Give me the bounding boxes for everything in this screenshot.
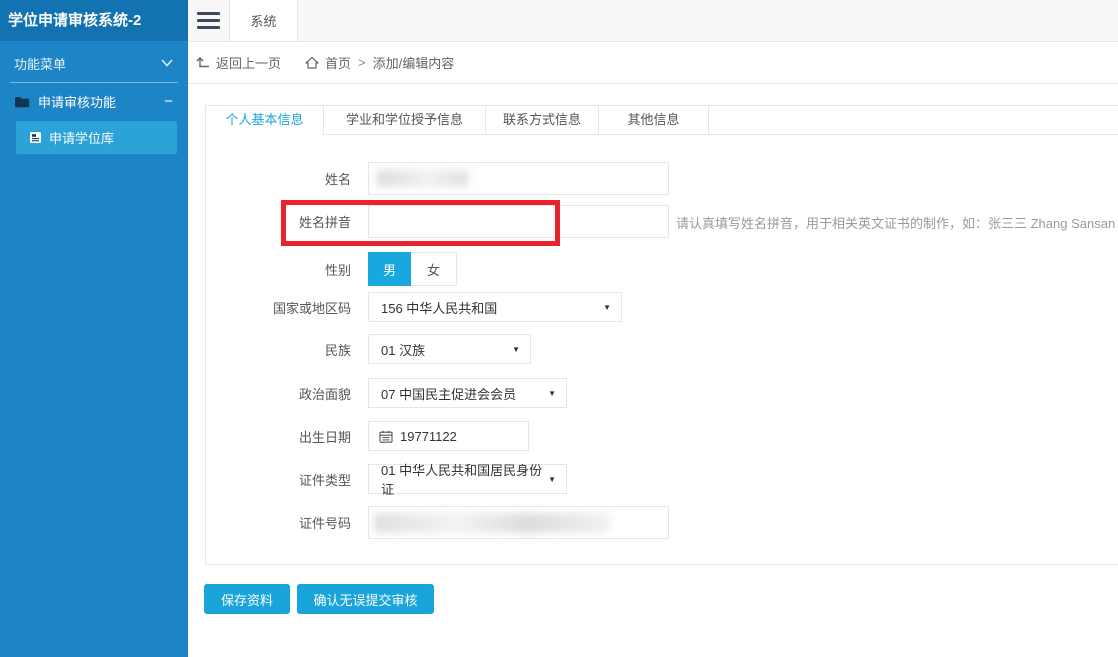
form-row-id-type: 证件类型 01 中华人民共和国居民身份证 ▼ <box>206 464 567 494</box>
form-row-ethnic: 民族 01 汉族 ▼ <box>206 334 531 364</box>
gender-option-female[interactable]: 女 <box>411 252 457 286</box>
breadcrumb-separator: > <box>358 55 366 70</box>
tab-bar: 个人基本信息 学业和学位授予信息 联系方式信息 其他信息 <box>206 106 1118 135</box>
dropdown-arrow-icon: ▼ <box>548 475 556 484</box>
pinyin-hint-text: 请认真填写姓名拼音，用于相关英文证书的制作，如：张三三 Zhang Sansan <box>676 213 1115 232</box>
birthdate-input[interactable]: 19771122 <box>368 421 529 451</box>
back-link[interactable]: 返回上一页 <box>196 53 281 72</box>
country-select[interactable]: 156 中华人民共和国 ▼ <box>368 292 622 322</box>
name-input[interactable] <box>368 162 669 195</box>
hamburger-icon <box>197 12 220 15</box>
sidebar: 学位申请审核系统-2 功能菜单 申请审核功能 − 申请学位库 <box>0 0 188 657</box>
dropdown-arrow-icon: ▼ <box>548 389 556 398</box>
political-label: 政治面貌 <box>206 384 351 403</box>
form-row-id-number: 证件号码 <box>206 506 669 539</box>
return-arrow-icon <box>196 56 210 69</box>
gender-label: 性别 <box>206 260 351 279</box>
form-row-political: 政治面貌 07 中国民主促进会会员 ▼ <box>206 378 567 408</box>
birthdate-value: 19771122 <box>400 429 457 444</box>
submit-review-button[interactable]: 确认无误提交审核 <box>297 584 434 614</box>
calendar-icon <box>379 430 393 443</box>
tab-contact-info[interactable]: 联系方式信息 <box>486 106 599 134</box>
sidebar-menu-header[interactable]: 功能菜单 <box>0 44 188 82</box>
back-label: 返回上一页 <box>216 53 281 72</box>
form-row-birthdate: 出生日期 19771122 <box>206 421 529 451</box>
form-row-country: 国家或地区码 156 中华人民共和国 ▼ <box>206 292 622 322</box>
sidebar-group-label: 申请审核功能 <box>38 92 116 111</box>
sidebar-item-degree-library[interactable]: 申请学位库 <box>16 121 177 154</box>
pinyin-label: 姓名拼音 <box>206 212 351 231</box>
political-value: 07 中国民主促进会会员 <box>381 384 516 403</box>
tab-system[interactable]: 系统 <box>229 0 298 41</box>
save-button[interactable]: 保存资料 <box>204 584 290 614</box>
folder-icon <box>14 95 30 108</box>
id-type-select[interactable]: 01 中华人民共和国居民身份证 ▼ <box>368 464 567 494</box>
redacted-id-number-value <box>374 513 610 533</box>
ethnic-select[interactable]: 01 汉族 ▼ <box>368 334 531 364</box>
breadcrumb-current: 添加/编辑内容 <box>373 53 455 72</box>
dropdown-arrow-icon: ▼ <box>603 303 611 312</box>
chevron-down-icon <box>161 59 173 67</box>
breadcrumb-home[interactable]: 首页 <box>305 53 351 72</box>
dropdown-arrow-icon: ▼ <box>512 345 520 354</box>
name-label: 姓名 <box>206 169 351 188</box>
political-select[interactable]: 07 中国民主促进会会员 ▼ <box>368 378 567 408</box>
content-panel: 个人基本信息 学业和学位授予信息 联系方式信息 其他信息 姓名 姓名拼音 请认真… <box>205 105 1118 565</box>
home-icon <box>305 56 319 69</box>
sidebar-item-label: 申请学位库 <box>49 128 114 147</box>
breadcrumb: 返回上一页 首页 > 添加/编辑内容 <box>188 42 1118 84</box>
form-row-name: 姓名 <box>206 162 669 195</box>
id-type-label: 证件类型 <box>206 470 351 489</box>
tab-academic-degree-info[interactable]: 学业和学位授予信息 <box>324 106 486 134</box>
document-icon <box>29 131 42 144</box>
form-row-pinyin: 姓名拼音 <box>206 205 669 238</box>
sidebar-toggle-button[interactable] <box>188 0 229 41</box>
redacted-name-value <box>377 170 469 187</box>
id-type-value: 01 中华人民共和国居民身份证 <box>381 460 548 498</box>
topbar: 系统 <box>188 0 1118 42</box>
form-row-gender: 性别 男 女 <box>206 252 457 286</box>
pinyin-input[interactable] <box>368 205 669 238</box>
tab-personal-basic-info[interactable]: 个人基本信息 <box>206 106 324 134</box>
id-number-input[interactable] <box>368 506 669 539</box>
ethnic-label: 民族 <box>206 340 351 359</box>
country-label: 国家或地区码 <box>206 298 351 317</box>
menu-header-label: 功能菜单 <box>14 54 66 73</box>
collapse-minus-icon[interactable]: − <box>164 93 173 110</box>
app-title: 学位申请审核系统-2 <box>0 0 188 41</box>
gender-toggle: 男 女 <box>368 252 457 286</box>
sidebar-group-review-functions[interactable]: 申请审核功能 − <box>0 83 188 120</box>
action-bar: 保存资料 确认无误提交审核 <box>204 584 434 614</box>
ethnic-value: 01 汉族 <box>381 340 425 359</box>
country-value: 156 中华人民共和国 <box>381 298 497 317</box>
breadcrumb-home-label: 首页 <box>325 53 351 72</box>
gender-option-male[interactable]: 男 <box>368 252 411 286</box>
tab-other-info[interactable]: 其他信息 <box>599 106 709 134</box>
id-number-label: 证件号码 <box>206 513 351 532</box>
birthdate-label: 出生日期 <box>206 427 351 446</box>
